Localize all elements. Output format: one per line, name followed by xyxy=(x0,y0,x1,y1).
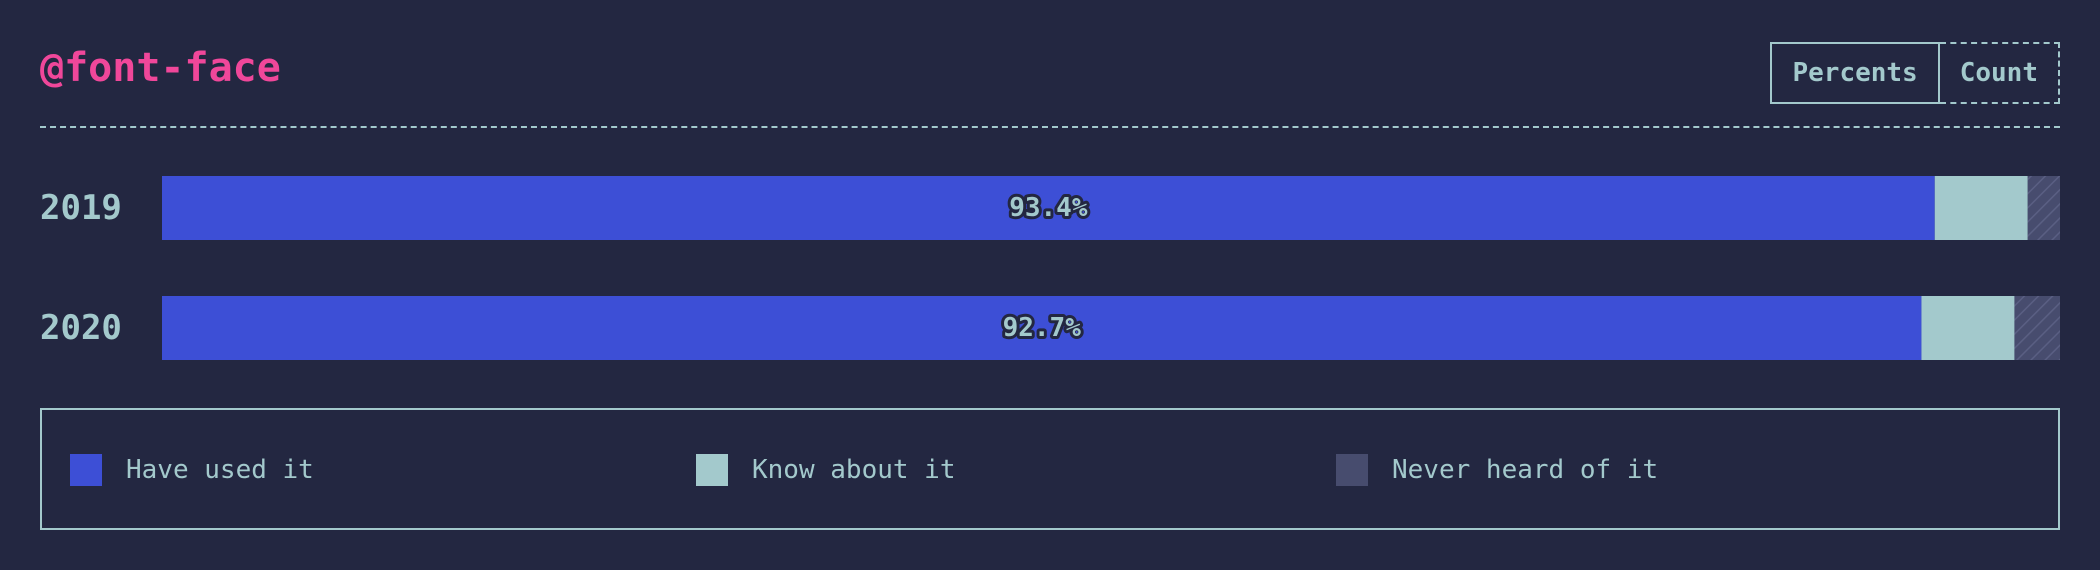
legend-swatch-never-heard-of-it xyxy=(1336,454,1368,486)
legend-swatch-have-used-it xyxy=(70,454,102,486)
legend-item-have-used-it[interactable]: Have used it xyxy=(70,454,314,486)
bar-2020-know-about-it[interactable] xyxy=(1921,296,2015,360)
legend-item-never-heard-of-it[interactable]: Never heard of it xyxy=(1336,454,1658,486)
stacked-bar-chart: 93.4% 92.7% xyxy=(162,176,2060,360)
bar-2019-know-about-it[interactable] xyxy=(1934,176,2028,240)
bar-value-label-2019: 93.4% xyxy=(1009,193,1088,223)
legend-item-know-about-it[interactable]: Know about it xyxy=(696,454,956,486)
bar-2019-never-heard-of-it[interactable] xyxy=(2027,176,2060,240)
legend-label: Have used it xyxy=(126,455,314,485)
bar-value-label-2020: 92.7% xyxy=(1003,313,1082,343)
legend-swatch-know-about-it xyxy=(696,454,728,486)
legend-label: Never heard of it xyxy=(1392,455,1659,485)
legend-label: Know about it xyxy=(752,455,956,485)
bar-2020-never-heard-of-it[interactable] xyxy=(2014,296,2060,360)
chart-legend: Have used it Know about it Never heard o… xyxy=(40,408,2060,530)
